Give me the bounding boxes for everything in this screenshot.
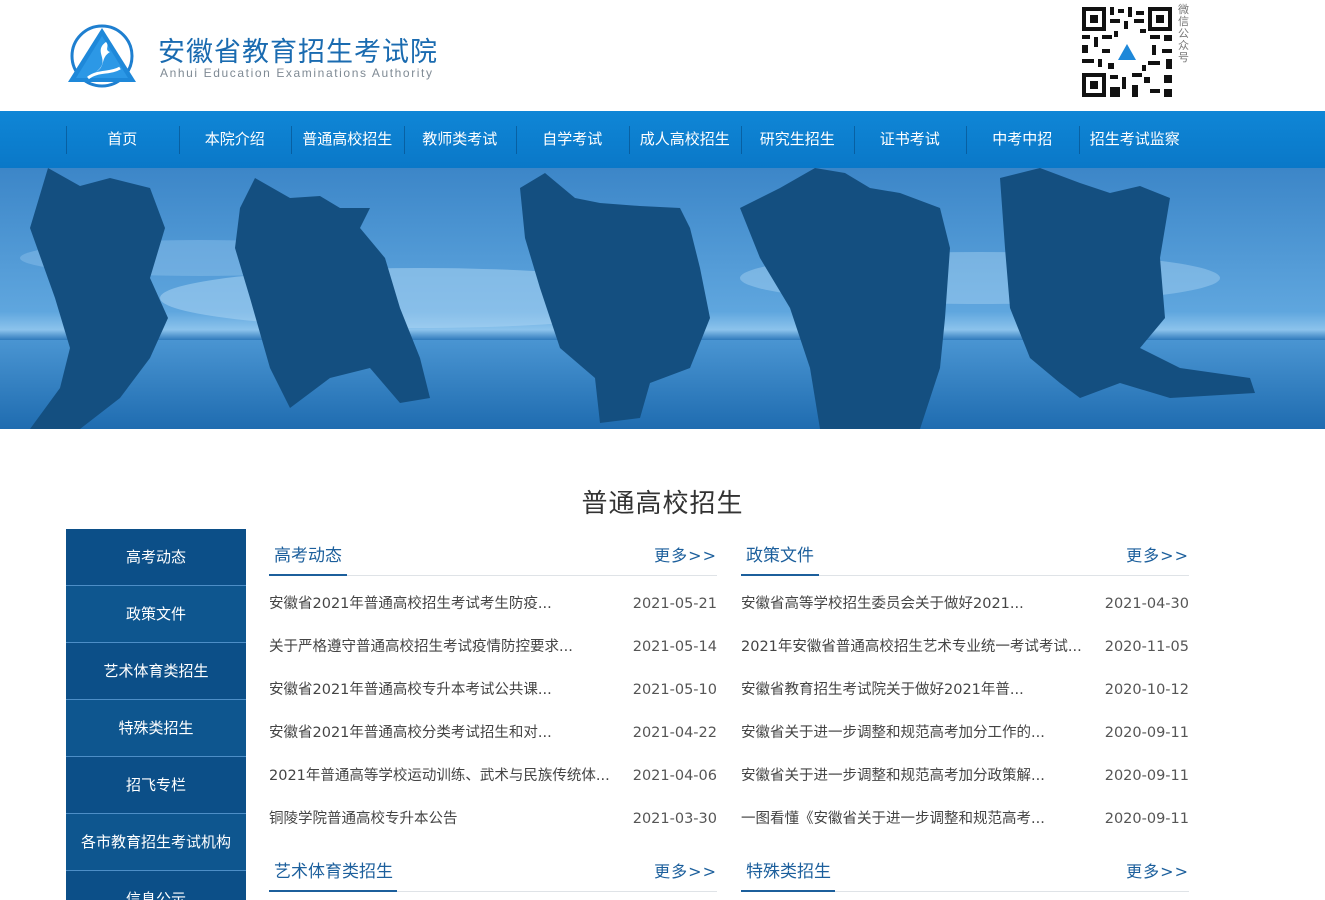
- hero-banner: [0, 168, 1325, 429]
- news-date: 2020-10-12: [1104, 682, 1189, 698]
- sidebar-item-pilot-recruitment[interactable]: 招飞专栏: [66, 757, 246, 814]
- site-title: 安徽省教育招生考试院: [158, 37, 438, 68]
- nav-item-graduate[interactable]: 研究生招生: [741, 111, 854, 168]
- list-item[interactable]: 关于严格遵守普通高校招生考试疫情防控要求... 2021-05-14: [269, 631, 717, 674]
- news-date: 2020-11-05: [1104, 639, 1189, 655]
- nav-item-college-admission[interactable]: 普通高校招生: [291, 111, 404, 168]
- news-date: 2021-03-30: [632, 811, 717, 827]
- site-header: 安徽省教育招生考试院 Anhui Education Examinations …: [0, 0, 1325, 111]
- panel-exam-news: 高考动态 更多>> 安徽省2021年普通高校招生考试考生防疫... 2021-05…: [269, 529, 717, 846]
- panel-title[interactable]: 政策文件: [746, 541, 814, 566]
- panel-header: 艺术体育类招生 更多>>: [269, 845, 717, 892]
- news-title[interactable]: 安徽省教育招生考试院关于做好2021年普...: [741, 674, 1091, 706]
- list-item[interactable]: 安徽省高等学校招生委员会关于做好2021... 2021-04-30: [741, 588, 1189, 631]
- sidebar-item-policy-docs[interactable]: 政策文件: [66, 586, 246, 643]
- list-item[interactable]: 安徽省关于进一步调整和规范高考加分政策解... 2020-09-11: [741, 760, 1189, 803]
- more-link[interactable]: 更多>>: [1126, 542, 1189, 566]
- list-item[interactable]: 一图看懂《安徽省关于进一步调整和规范高考... 2020-09-11: [741, 803, 1189, 846]
- panel-header: 政策文件 更多>>: [741, 529, 1189, 576]
- more-link[interactable]: 更多>>: [654, 858, 717, 882]
- nav-item-supervision[interactable]: 招生考试监察: [1078, 111, 1192, 168]
- news-title[interactable]: 安徽省2021年普通高校分类考试招生和对...: [269, 717, 619, 749]
- main-nav: 首页 本院介绍 普通高校招生 教师类考试 自学考试 成人高校招生 研究生招生 证…: [0, 111, 1325, 168]
- news-date: 2021-05-14: [632, 639, 717, 655]
- nav-item-certificate-exam[interactable]: 证书考试: [853, 111, 967, 168]
- qr-code-icon: [1080, 5, 1174, 99]
- graduates-banner-image: [0, 168, 1325, 429]
- panel-title[interactable]: 艺术体育类招生: [274, 857, 393, 882]
- sidebar-item-art-sports[interactable]: 艺术体育类招生: [66, 643, 246, 700]
- news-date: 2020-09-11: [1104, 768, 1189, 784]
- news-title[interactable]: 安徽省关于进一步调整和规范高考加分工作的...: [741, 717, 1091, 749]
- list-item[interactable]: 安徽省2021年普通高校招生考试考生防疫... 2021-05-21: [269, 588, 717, 631]
- nav-item-high-school-admission[interactable]: 中考中招: [966, 111, 1079, 168]
- nav-item-about[interactable]: 本院介绍: [178, 111, 292, 168]
- nav-item-home[interactable]: 首页: [66, 111, 179, 168]
- sidebar-item-city-institutions[interactable]: 各市教育招生考试机构: [66, 814, 246, 871]
- list-item[interactable]: 铜陵学院普通高校专升本公告 2021-03-30: [269, 803, 717, 846]
- news-date: 2021-04-22: [632, 725, 717, 741]
- panel-special-admission: 特殊类招生 更多>>: [741, 845, 1189, 892]
- panel-header: 特殊类招生 更多>>: [741, 845, 1189, 892]
- panel-art-sports: 艺术体育类招生 更多>>: [269, 845, 717, 892]
- news-date: 2021-05-21: [632, 596, 717, 612]
- triangle-flame-logo-icon[interactable]: [66, 22, 138, 88]
- more-link[interactable]: 更多>>: [1126, 858, 1189, 882]
- news-date: 2021-05-10: [632, 682, 717, 698]
- sidebar-menu: 高考动态 政策文件 艺术体育类招生 特殊类招生 招飞专栏 各市教育招生考试机构 …: [66, 529, 246, 900]
- nav-item-teacher-exam[interactable]: 教师类考试: [403, 111, 517, 168]
- news-date: 2021-04-06: [632, 768, 717, 784]
- more-link[interactable]: 更多>>: [654, 542, 717, 566]
- panel-title-underline: [269, 890, 397, 892]
- list-item[interactable]: 安徽省2021年普通高校分类考试招生和对... 2021-04-22: [269, 717, 717, 760]
- list-item[interactable]: 2021年普通高等学校运动训练、武术与民族传统体... 2021-04-06: [269, 760, 717, 803]
- news-title[interactable]: 铜陵学院普通高校专升本公告: [269, 803, 619, 835]
- qr-label: 微信公众号: [1178, 3, 1189, 64]
- nav-item-adult-college[interactable]: 成人高校招生: [628, 111, 742, 168]
- panel-title-underline: [741, 890, 835, 892]
- list-item[interactable]: 安徽省2021年普通高校专升本考试公共课... 2021-05-10: [269, 674, 717, 717]
- news-title[interactable]: 安徽省关于进一步调整和规范高考加分政策解...: [741, 760, 1091, 792]
- panel-header: 高考动态 更多>>: [269, 529, 717, 576]
- news-date: 2021-04-30: [1104, 596, 1189, 612]
- news-title[interactable]: 关于严格遵守普通高校招生考试疫情防控要求...: [269, 631, 619, 663]
- panel-title[interactable]: 高考动态: [274, 541, 342, 566]
- list-item[interactable]: 安徽省关于进一步调整和规范高考加分工作的... 2020-09-11: [741, 717, 1189, 760]
- nav-item-self-study-exam[interactable]: 自学考试: [516, 111, 629, 168]
- news-title[interactable]: 2021年普通高等学校运动训练、武术与民族传统体...: [269, 760, 619, 792]
- news-title[interactable]: 安徽省2021年普通高校招生考试考生防疫...: [269, 588, 619, 620]
- news-date: 2020-09-11: [1104, 725, 1189, 741]
- list-item[interactable]: 2021年安徽省普通高校招生艺术专业统一考试考试... 2020-11-05: [741, 631, 1189, 674]
- news-title[interactable]: 安徽省2021年普通高校专升本考试公共课...: [269, 674, 619, 706]
- news-title[interactable]: 安徽省高等学校招生委员会关于做好2021...: [741, 588, 1091, 620]
- news-date: 2020-09-11: [1104, 811, 1189, 827]
- news-title[interactable]: 2021年安徽省普通高校招生艺术专业统一考试考试...: [741, 631, 1091, 663]
- sidebar-item-exam-news[interactable]: 高考动态: [66, 529, 246, 586]
- sidebar-item-public-info[interactable]: 信息公示: [66, 871, 246, 900]
- panel-title[interactable]: 特殊类招生: [746, 857, 831, 882]
- panel-title-underline: [269, 574, 347, 576]
- list-item[interactable]: 安徽省教育招生考试院关于做好2021年普... 2020-10-12: [741, 674, 1189, 717]
- panel-policy-docs: 政策文件 更多>> 安徽省高等学校招生委员会关于做好2021... 2021-04…: [741, 529, 1189, 846]
- news-title[interactable]: 一图看懂《安徽省关于进一步调整和规范高考...: [741, 803, 1091, 835]
- panel-title-underline: [741, 574, 819, 576]
- sidebar-item-special-admission[interactable]: 特殊类招生: [66, 700, 246, 757]
- page-title: 普通高校招生: [581, 489, 744, 519]
- site-subtitle: Anhui Education Examinations Authority: [160, 66, 434, 80]
